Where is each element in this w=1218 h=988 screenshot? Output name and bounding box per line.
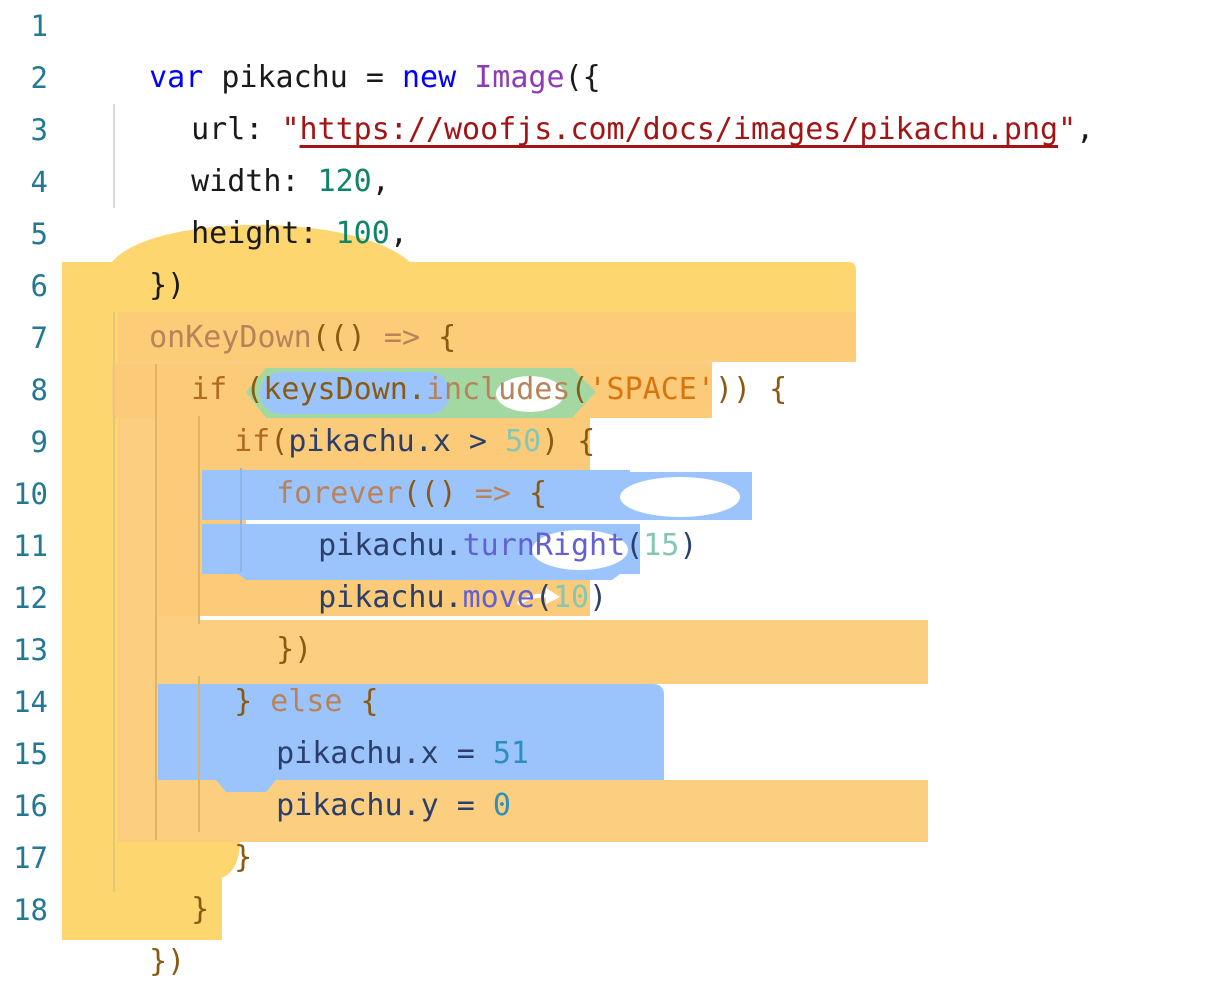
code-line-18[interactable]: })	[113, 884, 185, 979]
code-line-2[interactable]: url: "https://woofjs.com/docs/images/pik…	[155, 52, 1094, 147]
property-key: height:	[191, 216, 336, 251]
punctuation: }	[234, 840, 253, 875]
punctuation: {	[559, 424, 596, 459]
number-literal: 0	[492, 788, 511, 823]
method-name: move	[462, 580, 535, 615]
code-line-8[interactable]: if(pikachu.x > 50) {	[198, 364, 595, 459]
url-link[interactable]: https://woofjs.com/docs/images/pikachu.p…	[300, 112, 1059, 147]
code-line-13[interactable]: } else {	[198, 624, 379, 719]
punctuation: ,	[389, 216, 408, 251]
indent-guide	[113, 312, 115, 892]
code-line-10[interactable]: pikachu.turnRight(15)	[282, 468, 697, 563]
code-line-6[interactable]: onKeyDown(() => {	[113, 260, 456, 355]
assignment: pikachu.y =	[276, 788, 493, 823]
punctuation: })	[149, 944, 186, 979]
object-name: pikachu.	[318, 580, 463, 615]
punctuation: {	[769, 372, 788, 407]
punctuation: }	[191, 892, 210, 927]
string-quote: "	[1058, 112, 1077, 147]
code-line-7[interactable]: if (keysDown.includes('SPACE')) {	[155, 312, 787, 407]
code-line-3[interactable]: width: 120,	[155, 104, 390, 199]
code-line-15[interactable]: pikachu.y = 0	[240, 728, 511, 823]
code-line-5[interactable]: })	[113, 208, 185, 303]
code-line-17[interactable]: }	[155, 832, 209, 927]
punctuation: (	[625, 528, 644, 563]
punctuation: ,	[1076, 112, 1095, 147]
code-line-4[interactable]: height: 100,	[155, 156, 408, 251]
code-line-12[interactable]: })	[240, 572, 312, 667]
number-input[interactable]: 10	[553, 580, 589, 615]
code-line-14[interactable]: pikachu.x = 51	[240, 676, 529, 771]
punctuation: )	[679, 528, 698, 563]
code-line-16[interactable]: }	[198, 780, 252, 875]
punctuation: )	[589, 580, 608, 615]
number-input[interactable]: 15	[643, 528, 679, 563]
punctuation: (	[534, 580, 553, 615]
code-line-1[interactable]: var pikachu = new Image({	[113, 0, 601, 95]
punctuation: ))	[714, 372, 770, 407]
code-line-11[interactable]: pikachu.move(10)	[282, 520, 607, 615]
indent-guide	[155, 364, 157, 840]
indent-guide	[113, 104, 115, 208]
number-literal: 100	[335, 216, 390, 251]
code-line-9[interactable]: forever(() => {	[240, 416, 547, 511]
string-literal: 'SPACE'	[588, 372, 715, 407]
